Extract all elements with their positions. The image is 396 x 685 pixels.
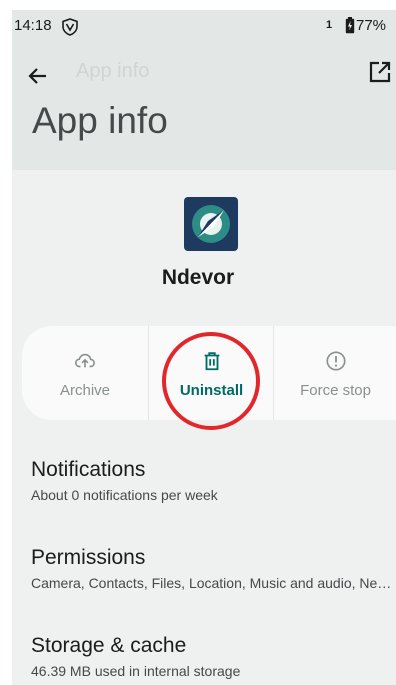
toolbar-title: App info xyxy=(76,60,150,82)
uninstall-button[interactable]: Uninstall xyxy=(148,326,274,420)
battery-percentage: 77% xyxy=(356,17,387,34)
cloud-upload-icon xyxy=(75,353,95,368)
preference-notifications[interactable]: Notifications About 0 notifications per … xyxy=(31,458,396,503)
app-name: Ndevor xyxy=(161,266,235,289)
archive-label: Archive xyxy=(59,382,111,399)
app-info-screen: 14:18 1 77% App info App info Ndevor Arc… xyxy=(12,10,396,685)
preference-summary: 46.39 MB used in internal storage xyxy=(31,663,241,679)
trash-icon xyxy=(204,352,219,371)
ndevor-app-icon xyxy=(184,197,238,251)
open-in-new-icon[interactable] xyxy=(368,60,392,84)
back-arrow-icon[interactable] xyxy=(26,64,50,88)
battery-icon xyxy=(345,17,355,34)
preference-title: Storage & cache xyxy=(31,634,187,657)
vpn-shield-icon xyxy=(62,18,78,36)
status-bar: 14:18 1 77% xyxy=(12,10,396,44)
preference-summary: Camera, Contacts, Files, Location, Music… xyxy=(31,575,396,591)
preference-title: Notifications xyxy=(31,458,146,481)
alert-circle-icon xyxy=(325,351,346,371)
sim-indicator: 1 xyxy=(326,19,333,31)
page-title: App info xyxy=(32,100,168,141)
preference-title: Permissions xyxy=(31,546,146,569)
preference-summary: About 0 notifications per week xyxy=(31,487,218,503)
uninstall-label: Uninstall xyxy=(179,382,244,399)
force-stop-label: Force stop xyxy=(300,382,371,399)
archive-button[interactable]: Archive xyxy=(22,326,148,420)
preference-storage-cache[interactable]: Storage & cache 46.39 MB used in interna… xyxy=(31,634,396,679)
preference-permissions[interactable]: Permissions Camera, Contacts, Files, Loc… xyxy=(31,546,396,591)
action-buttons-bar: Archive Uninstall Force stop xyxy=(22,326,396,420)
force-stop-button[interactable]: Force stop xyxy=(273,326,396,420)
status-time: 14:18 xyxy=(14,17,52,34)
